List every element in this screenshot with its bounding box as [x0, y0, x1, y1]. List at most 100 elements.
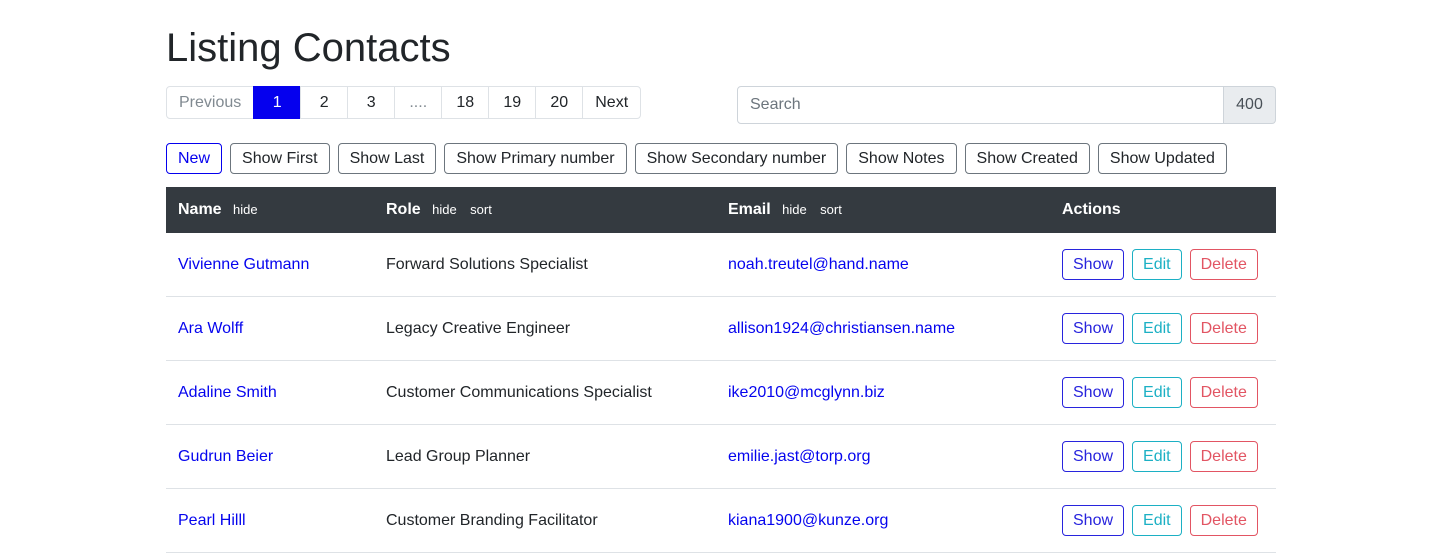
pagination-previous-label: Previous — [166, 86, 254, 119]
role-cell: Legacy Creative Engineer — [374, 297, 716, 361]
contact-email-link[interactable]: emilie.jast@torp.org — [728, 448, 871, 465]
page-title: Listing Contacts — [166, 24, 1276, 72]
show-secondary-number-button[interactable]: Show Secondary number — [635, 143, 839, 174]
table-header: Name hide Role hide sort Email hide sort… — [166, 187, 1276, 233]
show-primary-number-button[interactable]: Show Primary number — [444, 143, 626, 174]
name-cell: Ara Wolff — [166, 297, 374, 361]
pagination-page-3-label[interactable]: 3 — [347, 86, 395, 119]
table-body: Vivienne Gutmann Forward Solutions Speci… — [166, 233, 1276, 553]
contact-email-link[interactable]: kiana1900@kunze.org — [728, 512, 888, 529]
edit-button[interactable]: Edit — [1132, 441, 1182, 472]
contact-email-link[interactable]: allison1924@christiansen.name — [728, 320, 955, 337]
contacts-table: Name hide Role hide sort Email hide sort… — [166, 187, 1276, 553]
delete-button[interactable]: Delete — [1190, 441, 1258, 472]
contact-email-link[interactable]: noah.treutel@hand.name — [728, 256, 909, 273]
action-group: Show Edit Delete — [1062, 377, 1264, 408]
contact-email-link[interactable]: ike2010@mcglynn.biz — [728, 384, 885, 401]
actions-cell: Show Edit Delete — [1050, 425, 1276, 489]
table-row: Gudrun Beier Lead Group Planner emilie.j… — [166, 425, 1276, 489]
show-last-button[interactable]: Show Last — [338, 143, 437, 174]
pagination-page-18-label[interactable]: 18 — [441, 86, 489, 119]
search-group: 400 — [737, 86, 1276, 124]
show-button[interactable]: Show — [1062, 441, 1124, 472]
delete-button[interactable]: Delete — [1190, 377, 1258, 408]
pagination-gap-label: .... — [394, 86, 442, 119]
column-header-actions-label: Actions — [1062, 201, 1121, 218]
contact-name-link[interactable]: Adaline Smith — [178, 384, 277, 401]
pagination-next-label[interactable]: Next — [582, 86, 641, 119]
toolbar: New Show First Show Last Show Primary nu… — [166, 143, 1276, 174]
name-cell: Adaline Smith — [166, 361, 374, 425]
email-sort-link[interactable]: sort — [820, 202, 842, 217]
email-cell: noah.treutel@hand.name — [716, 233, 1050, 297]
pagination-next[interactable]: Next — [583, 86, 641, 119]
column-header-role-label: Role — [386, 201, 421, 218]
email-cell: ike2010@mcglynn.biz — [716, 361, 1050, 425]
email-cell: emilie.jast@torp.org — [716, 425, 1050, 489]
pagination-page-1-label[interactable]: 1 — [253, 86, 301, 119]
search-result-count: 400 — [1224, 86, 1276, 124]
name-cell: Gudrun Beier — [166, 425, 374, 489]
show-button[interactable]: Show — [1062, 377, 1124, 408]
actions-cell: Show Edit Delete — [1050, 233, 1276, 297]
page-container: Listing Contacts Previous 1 2 3 .... 18 … — [166, 0, 1276, 553]
contact-name-link[interactable]: Ara Wolff — [178, 320, 243, 337]
action-group: Show Edit Delete — [1062, 249, 1264, 280]
search-input[interactable] — [737, 86, 1224, 124]
pagination-page-19[interactable]: 19 — [489, 86, 536, 119]
role-cell: Forward Solutions Specialist — [374, 233, 716, 297]
show-button[interactable]: Show — [1062, 249, 1124, 280]
table-row: Ara Wolff Legacy Creative Engineer allis… — [166, 297, 1276, 361]
contact-name-link[interactable]: Pearl Hilll — [178, 512, 246, 529]
role-sort-link[interactable]: sort — [470, 202, 492, 217]
role-hide-link[interactable]: hide — [432, 202, 457, 217]
role-cell: Customer Communications Specialist — [374, 361, 716, 425]
pagination-page-19-label[interactable]: 19 — [488, 86, 536, 119]
action-group: Show Edit Delete — [1062, 505, 1264, 536]
column-header-email-label: Email — [728, 201, 771, 218]
actions-cell: Show Edit Delete — [1050, 489, 1276, 553]
column-header-name-label: Name — [178, 201, 222, 218]
actions-cell: Show Edit Delete — [1050, 361, 1276, 425]
new-button[interactable]: New — [166, 143, 222, 174]
show-button[interactable]: Show — [1062, 313, 1124, 344]
edit-button[interactable]: Edit — [1132, 249, 1182, 280]
role-cell: Customer Branding Facilitator — [374, 489, 716, 553]
actions-cell: Show Edit Delete — [1050, 297, 1276, 361]
email-cell: allison1924@christiansen.name — [716, 297, 1050, 361]
pagination-page-20[interactable]: 20 — [536, 86, 583, 119]
delete-button[interactable]: Delete — [1190, 505, 1258, 536]
show-updated-button[interactable]: Show Updated — [1098, 143, 1227, 174]
pagination-page-20-label[interactable]: 20 — [535, 86, 583, 119]
show-created-button[interactable]: Show Created — [965, 143, 1090, 174]
edit-button[interactable]: Edit — [1132, 377, 1182, 408]
show-notes-button[interactable]: Show Notes — [846, 143, 956, 174]
pagination: Previous 1 2 3 .... 18 19 20 Next — [166, 86, 641, 119]
email-cell: kiana1900@kunze.org — [716, 489, 1050, 553]
delete-button[interactable]: Delete — [1190, 249, 1258, 280]
pagination-page-2-label[interactable]: 2 — [300, 86, 348, 119]
name-cell: Vivienne Gutmann — [166, 233, 374, 297]
action-group: Show Edit Delete — [1062, 441, 1264, 472]
edit-button[interactable]: Edit — [1132, 313, 1182, 344]
table-row: Pearl Hilll Customer Branding Facilitato… — [166, 489, 1276, 553]
pagination-page-2[interactable]: 2 — [301, 86, 348, 119]
role-cell: Lead Group Planner — [374, 425, 716, 489]
contact-name-link[interactable]: Gudrun Beier — [178, 448, 273, 465]
contact-name-link[interactable]: Vivienne Gutmann — [178, 256, 309, 273]
delete-button[interactable]: Delete — [1190, 313, 1258, 344]
email-hide-link[interactable]: hide — [782, 202, 807, 217]
pagination-gap: .... — [395, 86, 442, 119]
column-header-name: Name hide — [166, 187, 374, 233]
pagination-page-1[interactable]: 1 — [254, 86, 301, 119]
pagination-page-18[interactable]: 18 — [442, 86, 489, 119]
edit-button[interactable]: Edit — [1132, 505, 1182, 536]
column-header-actions: Actions — [1050, 187, 1276, 233]
table-row: Adaline Smith Customer Communications Sp… — [166, 361, 1276, 425]
show-first-button[interactable]: Show First — [230, 143, 330, 174]
name-cell: Pearl Hilll — [166, 489, 374, 553]
controls-row: Previous 1 2 3 .... 18 19 20 Next 400 — [166, 86, 1276, 124]
show-button[interactable]: Show — [1062, 505, 1124, 536]
pagination-page-3[interactable]: 3 — [348, 86, 395, 119]
name-hide-link[interactable]: hide — [233, 202, 258, 217]
